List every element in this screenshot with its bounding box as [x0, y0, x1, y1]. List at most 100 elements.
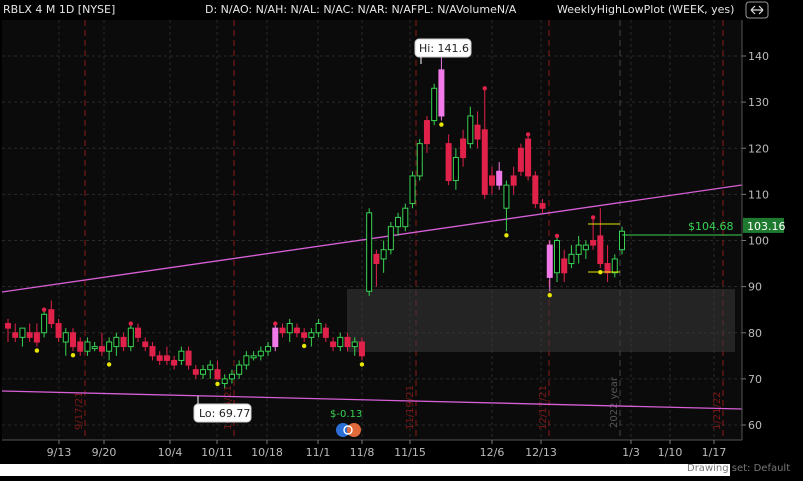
x-tick-label: 1/3 [622, 446, 640, 459]
candle-body [366, 212, 373, 292]
x-tick-label: 10/11 [201, 446, 233, 459]
candle-body [293, 327, 300, 334]
price-chart[interactable]: 9/17/2110/15/2111/19/2112/17/211/21/2220… [0, 0, 803, 481]
weekly-high-dot [128, 321, 133, 326]
candle-body [373, 253, 380, 265]
candle-body [84, 341, 91, 352]
candle-body [561, 258, 568, 274]
candle-body [98, 346, 105, 352]
candle-body [272, 327, 279, 348]
candle-body [380, 249, 387, 260]
candle-body [301, 332, 308, 338]
weekly-low-dot [301, 343, 307, 349]
candle-body [510, 175, 517, 186]
event-circle-orange-icon[interactable] [347, 423, 361, 437]
candle-body [337, 336, 344, 348]
candle-body [431, 87, 438, 122]
candle-body [163, 355, 170, 361]
y-tick-label: 100 [748, 235, 769, 248]
candle-body [322, 327, 329, 338]
date-marker-label: 12/17/21 [538, 385, 549, 430]
candle-body [91, 346, 98, 350]
candle-body [546, 244, 553, 278]
x-tick-label: 12/6 [480, 446, 505, 459]
candle-body [568, 253, 575, 265]
current-price-label: 103.16 [747, 220, 786, 233]
candle-body [26, 332, 33, 338]
x-tick-label: 9/20 [92, 446, 117, 459]
hi-label: Hi: 141.6 [419, 42, 469, 55]
y-tick-label: 70 [748, 373, 762, 386]
chart-scroll-arrow-icon[interactable] [669, 464, 683, 476]
candle-body [590, 240, 597, 246]
candle-body [250, 355, 257, 359]
x-tick-label: 11/8 [350, 446, 375, 459]
weekly-low-dot [106, 362, 112, 367]
drawing-set-label[interactable]: Drawing set: Default [687, 463, 790, 474]
candle-body [228, 373, 235, 380]
lo-label: Lo: 69.77 [199, 407, 250, 420]
candle-body [127, 327, 134, 348]
candle-body [351, 341, 358, 348]
price-level-label: $104.68 [688, 220, 734, 233]
candle-body [553, 240, 560, 274]
candle-body [525, 138, 532, 177]
weekly-high-dot [482, 86, 487, 91]
candle-body [120, 336, 127, 348]
candle-body [308, 332, 315, 338]
candle-body [171, 359, 178, 366]
symbol-title: RBLX 4 M 1D [NYSE] [3, 3, 115, 16]
candle-body [156, 355, 163, 361]
date-marker-label: 9/17/21 [74, 391, 85, 430]
study-values: D: N/AO: N/AH: N/AL: N/AC: N/AR: N/AFPL:… [205, 3, 517, 16]
candle-body [48, 309, 55, 325]
y-tick-label: 110 [748, 188, 769, 201]
candle-body [243, 355, 250, 366]
candle-body [582, 244, 589, 251]
candle-body [55, 323, 62, 338]
y-tick-label: 120 [748, 142, 769, 155]
candle-body [496, 170, 503, 186]
candle-body [481, 129, 488, 195]
candle-body [488, 175, 495, 186]
weekly-high-dot [41, 307, 47, 312]
price-zone-box[interactable] [347, 289, 735, 352]
candle-body [387, 226, 394, 251]
candle-body [200, 369, 207, 375]
weekly-low-dot [547, 293, 552, 298]
candle-body [517, 147, 524, 172]
year-marker-label: 2022 year [609, 376, 620, 428]
candle-body [178, 350, 185, 361]
weekly-high-dot [590, 215, 596, 220]
weekly-high-dot [273, 321, 278, 326]
candle-body [106, 341, 113, 352]
x-tick-label: 11/15 [394, 446, 426, 459]
candle-body [41, 313, 48, 334]
candle-body [286, 323, 293, 334]
candle-body [423, 120, 430, 145]
x-tick-label: 1/17 [702, 446, 727, 459]
weekly-low-dot [359, 362, 365, 367]
candle-body [539, 203, 546, 209]
weekly-low-dot [70, 353, 76, 358]
candle-body [344, 336, 351, 348]
candle-body [611, 258, 618, 274]
candle-body [438, 69, 445, 117]
candle-body [192, 369, 199, 375]
candle-body [142, 341, 149, 348]
candle-body [62, 332, 69, 343]
y-tick-label: 60 [748, 419, 762, 432]
candle-body [597, 235, 604, 265]
candle-body [265, 346, 272, 352]
candle-body [315, 323, 322, 334]
weekly-high-dot [554, 233, 560, 239]
candle-body [503, 184, 510, 209]
candle-body [12, 332, 19, 338]
y-tick-label: 90 [748, 281, 762, 294]
candle-body [416, 143, 423, 177]
candle-body [619, 230, 625, 251]
y-tick-label: 80 [748, 327, 762, 340]
candle-body [214, 369, 221, 380]
date-marker-label: 11/19/21 [405, 385, 416, 430]
candle-body [5, 323, 11, 329]
